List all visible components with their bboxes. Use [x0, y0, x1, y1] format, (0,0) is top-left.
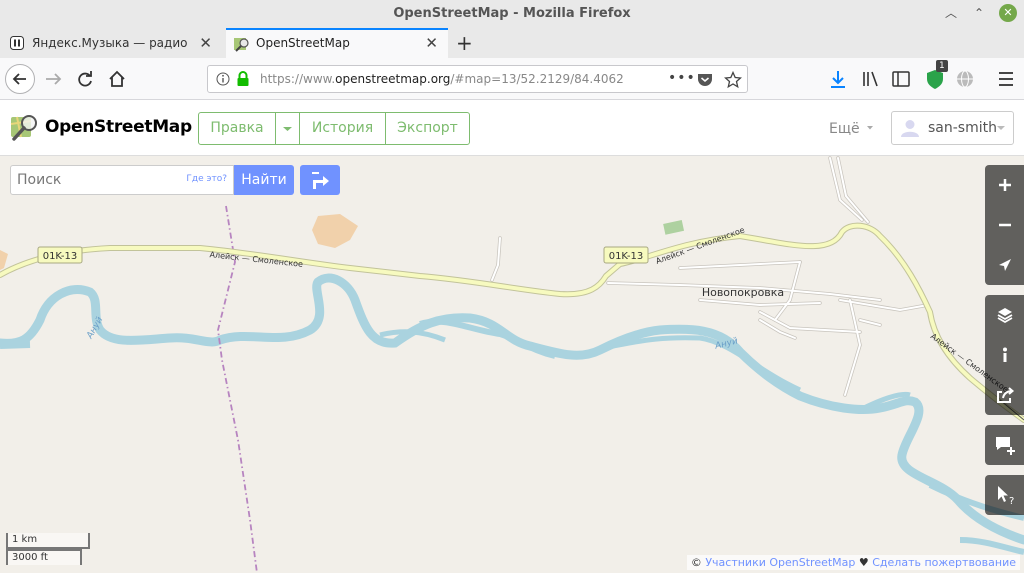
directions-button[interactable] — [300, 165, 340, 195]
globe-button[interactable] — [950, 64, 980, 94]
more-menu[interactable]: Ещё — [829, 121, 876, 137]
layers-icon — [997, 308, 1013, 324]
tab-label: Яндекс.Музыка — радио на — [32, 36, 192, 50]
bookmark-star-icon[interactable] — [724, 71, 742, 89]
export-button[interactable]: Экспорт — [385, 112, 470, 145]
directions-icon — [312, 172, 329, 189]
reload-icon — [78, 71, 92, 87]
sidebar-button[interactable] — [886, 64, 916, 94]
plus-icon — [999, 179, 1011, 191]
navigation-toolbar: https://www.openstreetmap.org/#map=13/52… — [0, 58, 1024, 100]
forward-button[interactable] — [38, 64, 68, 94]
new-tab-button[interactable]: + — [456, 31, 473, 55]
zoom-in-button[interactable] — [985, 165, 1024, 205]
heart-icon: ♥ — [858, 556, 869, 569]
share-icon — [997, 387, 1015, 403]
zoom-out-button[interactable] — [985, 205, 1024, 245]
reload-button[interactable] — [70, 64, 100, 94]
query-features-button[interactable]: ? — [985, 475, 1024, 515]
caret-down-icon — [997, 126, 1005, 130]
osm-favicon-icon — [234, 38, 249, 52]
attribution: © Участники OpenStreetMap ♥ Сделать поже… — [686, 555, 1020, 570]
username: san-smith — [928, 120, 997, 136]
library-button[interactable] — [856, 64, 886, 94]
info-icon — [1003, 347, 1007, 362]
tab-close-icon[interactable]: ✕ — [199, 34, 212, 52]
edit-dropdown-button[interactable] — [275, 112, 300, 145]
donate-link[interactable]: Сделать пожертвование — [872, 556, 1016, 569]
scale-imperial: 3000 ft — [6, 549, 82, 565]
home-icon — [109, 70, 125, 87]
sidebar-icon — [892, 71, 910, 87]
note-controls — [985, 425, 1024, 465]
lock-icon[interactable] — [236, 71, 250, 87]
url-domain: openstreetmap.org — [335, 72, 451, 86]
addon-shield-button[interactable]: 1 — [920, 60, 950, 94]
downloads-button[interactable] — [823, 64, 853, 94]
search-button[interactable]: Найти — [234, 165, 294, 195]
tab-bar: Яндекс.Музыка — радио на ✕ OpenStreetMap… — [0, 28, 1024, 58]
close-window-button[interactable]: ✕ — [999, 4, 1017, 22]
page-actions-icon[interactable]: ••• — [668, 70, 696, 86]
pocket-icon[interactable] — [697, 72, 713, 88]
restore-button[interactable]: ⌃ — [970, 4, 988, 22]
hamburger-menu-button[interactable] — [991, 64, 1021, 94]
query-controls: ? — [985, 475, 1024, 515]
window-title: OpenStreetMap - Mozilla Firefox — [393, 6, 631, 21]
scale-metric: 1 km — [6, 533, 90, 549]
map-canvas[interactable] — [0, 156, 1024, 573]
tab-yandex-music[interactable]: Яндекс.Музыка — радио на ✕ — [2, 28, 222, 58]
more-menu-label: Ещё — [829, 121, 860, 137]
minimize-button[interactable]: ︿ — [942, 4, 960, 22]
map-key-button[interactable] — [985, 335, 1024, 375]
window-titlebar: OpenStreetMap - Mozilla Firefox ︿ ⌃ ✕ — [0, 0, 1024, 28]
minus-icon — [999, 223, 1011, 227]
map-viewport[interactable]: 01K-13 01K-13 Алейск — Смоленское Алейск… — [0, 156, 1024, 573]
arrow-left-icon — [12, 73, 26, 85]
addon-badge: 1 — [936, 60, 948, 72]
globe-icon — [957, 70, 973, 88]
zoom-controls — [985, 165, 1024, 285]
url-path: /#map=13/52.2129/84.4062 — [450, 72, 624, 86]
layers-button[interactable] — [985, 295, 1024, 335]
user-avatar-icon — [901, 120, 919, 137]
copyright-symbol: © — [690, 556, 702, 569]
caret-down-icon — [867, 126, 874, 130]
scale-bar: 1 km 3000 ft — [6, 533, 96, 567]
edit-button[interactable]: Правка — [198, 112, 276, 145]
history-button[interactable]: История — [299, 112, 386, 145]
back-button[interactable] — [5, 64, 35, 94]
share-button[interactable] — [985, 375, 1024, 415]
search-input[interactable] — [11, 166, 181, 194]
url-prefix: https://www. — [260, 72, 336, 86]
add-note-icon — [996, 437, 1015, 455]
caret-down-icon — [283, 127, 292, 131]
osm-header: OpenStreetMap Правка История Экспорт Ещё… — [0, 100, 1024, 156]
download-arrow-icon — [831, 71, 845, 88]
tab-label: OpenStreetMap — [256, 36, 350, 50]
svg-text:?: ? — [1009, 496, 1014, 507]
add-note-button[interactable] — [985, 425, 1024, 465]
where-is-this-link[interactable]: Где это? — [186, 174, 227, 184]
geolocate-button[interactable] — [985, 245, 1024, 285]
tab-openstreetmap[interactable]: OpenStreetMap ✕ — [226, 28, 448, 58]
osm-logo-text[interactable]: OpenStreetMap — [45, 117, 192, 137]
library-icon — [863, 71, 878, 87]
hamburger-menu-icon — [999, 72, 1013, 86]
info-icon[interactable] — [216, 72, 230, 86]
cursor-question-icon: ? — [998, 486, 1014, 507]
search-box: Где это? — [10, 165, 234, 195]
user-menu[interactable]: san-smith — [891, 111, 1014, 145]
pause-icon[interactable] — [10, 36, 24, 50]
contributors-link[interactable]: Участники OpenStreetMap — [705, 556, 855, 569]
home-button[interactable] — [102, 64, 132, 94]
layer-controls — [985, 295, 1024, 415]
arrow-right-icon — [46, 73, 62, 85]
location-arrow-icon — [999, 259, 1011, 271]
osm-logo-icon[interactable] — [9, 112, 41, 142]
url-text: https://www.openstreetmap.org/#map=13/52… — [260, 72, 624, 86]
url-bar[interactable]: https://www.openstreetmap.org/#map=13/52… — [207, 65, 748, 93]
tab-close-icon[interactable]: ✕ — [425, 34, 438, 52]
